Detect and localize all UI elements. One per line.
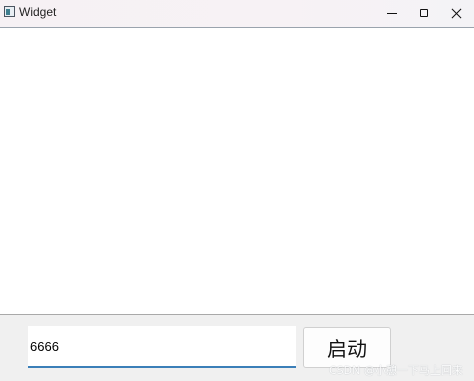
title-bar[interactable]: Widget bbox=[0, 0, 474, 28]
window-title: Widget bbox=[19, 5, 57, 19]
close-button[interactable] bbox=[438, 0, 474, 26]
minimize-button[interactable] bbox=[374, 0, 410, 26]
maximize-icon bbox=[420, 9, 428, 17]
close-icon bbox=[451, 8, 462, 19]
text-input[interactable] bbox=[28, 326, 296, 368]
maximize-button[interactable] bbox=[406, 0, 442, 26]
main-content-area bbox=[0, 28, 474, 314]
app-window-icon bbox=[4, 6, 15, 17]
watermark-text: CSDN @小憩一下马上回来 bbox=[329, 364, 463, 377]
minimize-icon bbox=[387, 12, 397, 14]
app-window: Widget 启动 CSDN @小憩一下马上回来 bbox=[0, 0, 474, 381]
